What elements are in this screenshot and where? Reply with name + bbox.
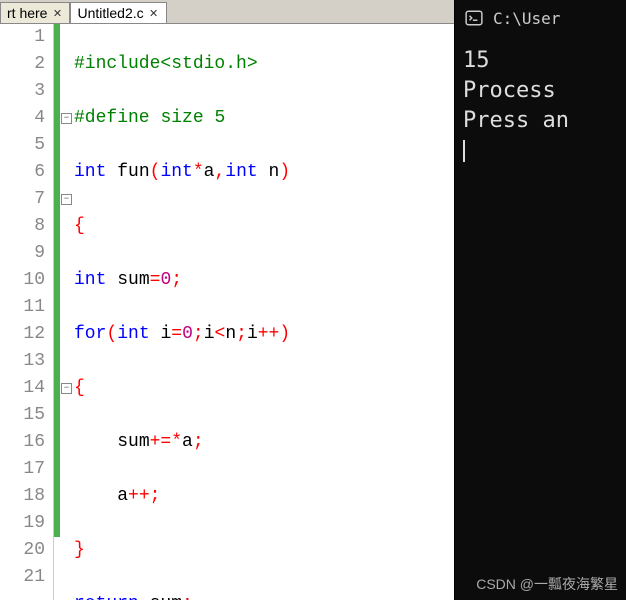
tab-label: rt here bbox=[7, 5, 47, 21]
close-icon[interactable]: ✕ bbox=[148, 7, 160, 19]
line-number: 5 bbox=[0, 132, 45, 159]
terminal-pane: C:\User 15Process Press an bbox=[454, 0, 626, 600]
line-number: 1 bbox=[0, 24, 45, 51]
terminal-titlebar[interactable]: C:\User bbox=[455, 0, 626, 36]
fold-column: − − − bbox=[60, 24, 74, 600]
terminal-title: C:\User bbox=[493, 9, 560, 28]
line-number: 15 bbox=[0, 402, 45, 429]
tab-label: Untitled2.c bbox=[77, 5, 143, 21]
close-icon[interactable]: ✕ bbox=[51, 7, 63, 19]
line-number: 19 bbox=[0, 510, 45, 537]
line-number: 9 bbox=[0, 240, 45, 267]
code-area[interactable]: 123456789101112131415161718192021 −−− #i… bbox=[0, 24, 454, 600]
fold-toggle-icon[interactable]: − bbox=[61, 113, 72, 124]
line-number: 21 bbox=[0, 564, 45, 591]
term-line: Process bbox=[463, 76, 618, 106]
editor-pane: rt here ✕ Untitled2.c ✕ 1234567891011121… bbox=[0, 0, 454, 600]
line-number: 14 bbox=[0, 375, 45, 402]
line-number: 3 bbox=[0, 78, 45, 105]
line-number: 13 bbox=[0, 348, 45, 375]
line-number-gutter: 123456789101112131415161718192021 bbox=[0, 24, 54, 600]
tab-untitled2[interactable]: Untitled2.c ✕ bbox=[70, 2, 166, 23]
line-number: 6 bbox=[0, 159, 45, 186]
line-number: 18 bbox=[0, 483, 45, 510]
line-number: 17 bbox=[0, 456, 45, 483]
fold-toggle-icon[interactable]: − bbox=[61, 194, 72, 205]
line-number: 8 bbox=[0, 213, 45, 240]
terminal-output[interactable]: 15Process Press an bbox=[455, 36, 626, 600]
term-line: Press an bbox=[463, 106, 618, 136]
tab-start-here[interactable]: rt here ✕ bbox=[0, 2, 70, 23]
line-number: 11 bbox=[0, 294, 45, 321]
fold-toggle-icon[interactable]: − bbox=[61, 383, 72, 394]
terminal-cursor bbox=[463, 140, 465, 162]
terminal-icon bbox=[465, 9, 483, 27]
line-number: 16 bbox=[0, 429, 45, 456]
line-number: 20 bbox=[0, 537, 45, 564]
code-text[interactable]: #include<stdio.h> #define size 5 int fun… bbox=[74, 24, 454, 600]
line-number: 12 bbox=[0, 321, 45, 348]
term-line: 15 bbox=[463, 46, 618, 76]
line-number: 2 bbox=[0, 51, 45, 78]
line-number: 4 bbox=[0, 105, 45, 132]
line-number: 7 bbox=[0, 186, 45, 213]
line-number: 10 bbox=[0, 267, 45, 294]
tab-bar: rt here ✕ Untitled2.c ✕ bbox=[0, 0, 454, 24]
